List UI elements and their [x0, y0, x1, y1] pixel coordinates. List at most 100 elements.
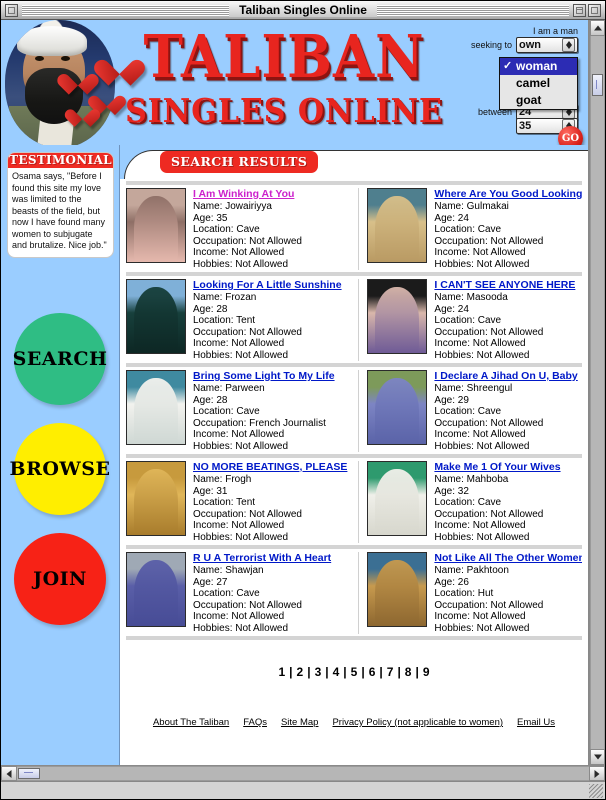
vertical-scroll-track[interactable] — [590, 36, 605, 749]
result-field-location: Location: Cave — [434, 224, 502, 235]
result-field-occupation: Occupation: Not Allowed — [193, 508, 302, 520]
row-separator — [126, 545, 582, 549]
profile-photo[interactable] — [367, 188, 428, 263]
result-headline-link[interactable]: I CAN'T SEE ANYONE HERE — [434, 279, 582, 291]
resize-grip-icon[interactable] — [589, 783, 603, 798]
pagination-separator: | — [325, 665, 329, 679]
result-field-occupation: Occupation: Not Allowed — [434, 326, 544, 338]
result-field-location: Location: Cave — [193, 588, 260, 599]
row-separator — [126, 272, 582, 276]
result-field-occupation: Occupation: Not Allowed — [193, 599, 302, 611]
footer-link-0[interactable]: About The Taliban — [153, 717, 229, 728]
result-field-age: Age: 28 — [193, 394, 228, 406]
result-headline-link[interactable]: NO MORE BEATINGS, PLEASE — [193, 461, 349, 473]
result-card: R U A Terrorist With A Heart Name: Shawja… — [126, 552, 349, 634]
result-headline-link[interactable]: Looking For A Little Sunshine — [193, 279, 349, 291]
logo-line-1: TALIBAN — [143, 22, 425, 92]
vertical-scroll-thumb[interactable] — [592, 74, 603, 96]
results-row: NO MORE BEATINGS, PLEASE Name: Frogh Age: … — [126, 461, 582, 543]
vertical-scrollbar[interactable] — [589, 20, 605, 765]
result-info: Bring Some Light To My Life Name: Parween… — [193, 370, 349, 452]
result-field-occupation: Occupation: Not Allowed — [434, 417, 544, 429]
pagination-separator: | — [415, 665, 419, 679]
chevron-updown-icon[interactable] — [562, 37, 575, 52]
sidebar-button-browse[interactable]: BROWSE — [10, 423, 110, 515]
result-field-age: Age: 26 — [434, 576, 469, 588]
sidebar-button-search[interactable]: SEARCH — [13, 313, 107, 405]
close-box[interactable] — [5, 3, 18, 17]
page-viewport: TALIBAN SINGLES ONLINE I am a man seekin… — [1, 20, 589, 765]
dropdown-option-woman[interactable]: woman — [500, 58, 577, 75]
result-headline-link[interactable]: Where Are You Good Looking — [434, 188, 582, 200]
horizontal-scrollbar[interactable] — [1, 765, 605, 781]
profile-photo[interactable] — [126, 370, 186, 445]
result-info: I Am Winking At You Name: Jowairiyya Age: … — [193, 188, 349, 270]
result-field-occupation: Occupation: Not Allowed — [193, 235, 302, 247]
result-field-location: Location: Tent — [193, 497, 256, 508]
result-field-name: Name: Shawjan — [193, 565, 264, 576]
pagination-separator: | — [289, 665, 293, 679]
result-info: R U A Terrorist With A Heart Name: Shawja… — [193, 552, 349, 634]
page-link-2[interactable]: 2 — [297, 665, 304, 679]
result-field-age: Age: 24 — [434, 303, 469, 315]
action-select[interactable]: own — [516, 36, 578, 53]
dropdown-option-goat[interactable]: goat — [500, 92, 577, 109]
page-link-9[interactable]: 9 — [423, 665, 430, 679]
scroll-left-arrow-icon[interactable] — [1, 766, 17, 781]
profile-photo[interactable] — [126, 188, 186, 263]
profile-photo[interactable] — [126, 552, 186, 627]
page-link-5[interactable]: 5 — [351, 665, 358, 679]
scroll-up-arrow-icon[interactable] — [590, 20, 605, 36]
result-field-income: Income: Not Allowed — [193, 611, 285, 622]
collapse-box[interactable] — [573, 3, 586, 17]
subject-dropdown-menu[interactable]: woman camel goat — [499, 57, 578, 110]
dropdown-option-camel[interactable]: camel — [500, 75, 577, 92]
result-headline-link[interactable]: R U A Terrorist With A Heart — [193, 552, 349, 564]
site-header: TALIBAN SINGLES ONLINE I am a man seekin… — [1, 20, 588, 145]
result-field-occupation: Occupation: Not Allowed — [434, 599, 544, 611]
page-link-6[interactable]: 6 — [369, 665, 376, 679]
form-label-i-am-a-man: I am a man — [532, 25, 578, 36]
horizontal-scroll-thumb[interactable] — [18, 768, 40, 779]
page-link-7[interactable]: 7 — [387, 665, 394, 679]
footer-link-3[interactable]: Privacy Policy (not applicable to women) — [332, 717, 503, 728]
page-link-3[interactable]: 3 — [315, 665, 322, 679]
footer-link-2[interactable]: Site Map — [281, 717, 319, 728]
scroll-right-arrow-icon[interactable] — [589, 766, 605, 781]
page-link-4[interactable]: 4 — [333, 665, 340, 679]
result-field-name: Name: Gulmakai — [434, 201, 509, 212]
result-field-occupation: Occupation: French Journalist — [193, 417, 326, 429]
window-titlebar[interactable]: Taliban Singles Online — [1, 1, 605, 20]
horizontal-scroll-track[interactable] — [17, 766, 589, 781]
go-button[interactable]: GO — [558, 126, 583, 145]
profile-photo[interactable] — [367, 370, 428, 445]
profile-photo[interactable] — [126, 279, 186, 354]
footer-link-1[interactable]: FAQs — [243, 717, 267, 728]
result-headline-link[interactable]: I Am Winking At You — [193, 188, 349, 200]
result-card: Looking For A Little Sunshine Name: Froza… — [126, 279, 349, 361]
result-field-hobbies: Hobbies: Not Allowed — [434, 622, 530, 634]
result-card: Not Like All The Other Women Name: Pakhto… — [358, 552, 582, 634]
page-link-1[interactable]: 1 — [278, 665, 285, 679]
result-field-hobbies: Hobbies: Not Allowed — [434, 440, 530, 452]
result-headline-link[interactable]: Bring Some Light To My Life — [193, 370, 349, 382]
page-link-8[interactable]: 8 — [405, 665, 412, 679]
profile-photo[interactable] — [367, 552, 428, 627]
logo-line-2: SINGLES ONLINE — [125, 92, 443, 131]
zoom-box[interactable] — [588, 3, 601, 17]
footer-link-4[interactable]: Email Us — [517, 717, 555, 728]
result-field-name: Name: Masooda — [434, 292, 508, 303]
result-headline-link[interactable]: Make Me 1 Of Your Wives — [434, 461, 582, 473]
result-field-income: Income: Not Allowed — [193, 429, 285, 440]
result-info: Where Are You Good Looking Name: Gulmakai… — [434, 188, 582, 270]
row-separator — [126, 454, 582, 458]
profile-photo[interactable] — [126, 461, 186, 536]
result-field-hobbies: Hobbies: Not Allowed — [434, 531, 530, 543]
result-headline-link[interactable]: I Declare A Jihad On U, Baby — [434, 370, 582, 382]
scroll-down-arrow-icon[interactable] — [590, 749, 605, 765]
sidebar-button-join[interactable]: JOIN — [14, 533, 106, 625]
profile-photo[interactable] — [367, 461, 428, 536]
result-headline-link[interactable]: Not Like All The Other Women — [434, 552, 582, 564]
testimonial-box: TESTIMONIAL Osama says, "Before I found … — [7, 152, 114, 258]
profile-photo[interactable] — [367, 279, 428, 354]
